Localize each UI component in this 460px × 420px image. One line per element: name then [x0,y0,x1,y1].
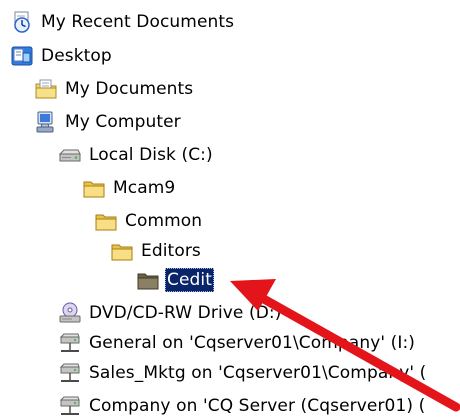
tree-item-label: General on 'Cqserver01\Company' (I:) [89,333,416,353]
tree-item-dvd-drive[interactable]: DVD/CD-RW Drive (D:) [58,299,283,327]
tree-item-label: Editors [141,241,201,261]
tree-item-label: Common [125,211,203,231]
network-drive-icon [58,331,82,355]
tree-item-label: Company on 'CQ Server (Cqserver01) ( [89,396,426,416]
tree-item-common[interactable]: Common [94,207,204,235]
tree-item-my-recent-documents[interactable]: My Recent Documents [10,8,236,36]
folder-icon [94,209,118,233]
tree-item-network-company[interactable]: Company on 'CQ Server (Cqserver01) ( [58,392,427,420]
tree-item-desktop[interactable]: Desktop [10,42,114,70]
tree-item-label: Mcam9 [113,178,176,198]
tree-item-my-computer[interactable]: My Computer [34,108,183,136]
tree-item-mcam9[interactable]: Mcam9 [82,174,177,202]
tree-item-label: My Computer [65,112,181,132]
tree-item-local-disk-c[interactable]: Local Disk (C:) [58,141,215,169]
tree-item-label: Sales_Mktg on 'Cqserver01\Company' ( [89,363,427,383]
tree-item-cedit[interactable]: Cedit [136,266,215,294]
my-documents-icon [34,77,58,101]
tree-item-label: My Recent Documents [41,12,235,32]
local-disk-icon [58,143,82,167]
tree-item-label: Local Disk (C:) [89,145,213,165]
desktop-icon [10,44,34,68]
my-computer-icon [34,110,58,134]
folder-icon [136,268,160,292]
tree-item-label-selected: Cedit [165,268,215,292]
folder-tree: My Recent Documents Desktop My Documents… [0,0,460,417]
dvd-drive-icon [58,301,82,325]
tree-item-editors[interactable]: Editors [110,237,203,265]
recent-documents-icon [10,10,34,34]
tree-item-label: Desktop [41,46,112,66]
folder-icon [82,176,106,200]
network-drive-icon [58,394,82,418]
tree-item-network-general[interactable]: General on 'Cqserver01\Company' (I:) [58,329,417,357]
tree-item-label: My Documents [65,79,194,99]
tree-item-network-sales-mktg[interactable]: Sales_Mktg on 'Cqserver01\Company' ( [58,359,428,387]
tree-item-my-documents[interactable]: My Documents [34,75,195,103]
tree-item-label: DVD/CD-RW Drive (D:) [89,303,282,323]
network-drive-icon [58,361,82,385]
folder-icon [110,239,134,263]
